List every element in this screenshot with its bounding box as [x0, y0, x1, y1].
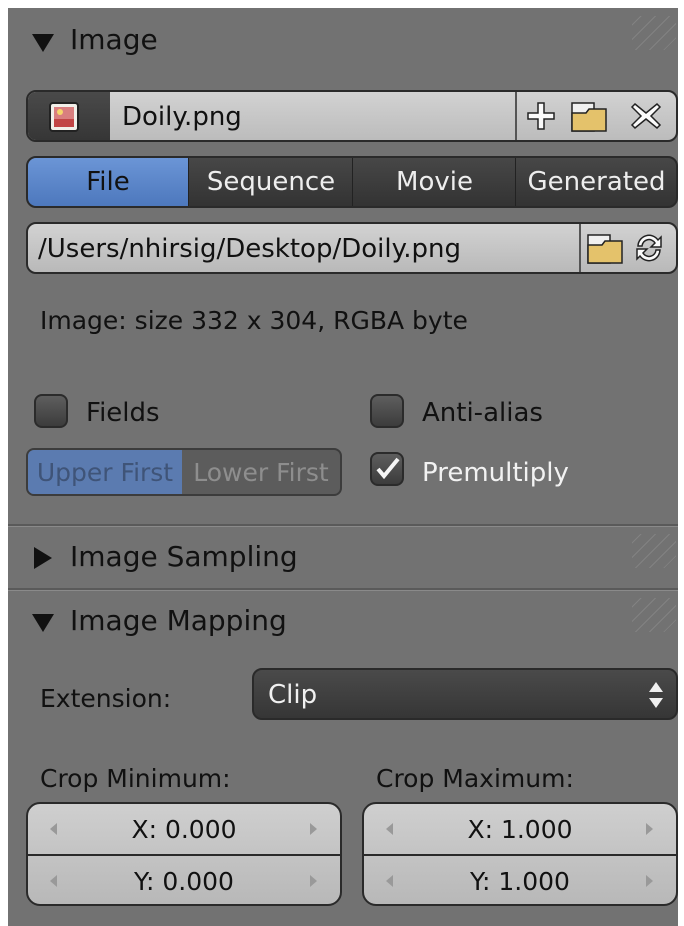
folder-icon[interactable] — [570, 99, 608, 133]
panel-title: Image Mapping — [70, 604, 287, 637]
premultiply-checkbox[interactable]: Premultiply — [370, 452, 630, 492]
spinner-value: X: 0.000 — [131, 815, 237, 844]
extension-dropdown[interactable]: Clip — [252, 668, 678, 720]
upper-first-button[interactable]: Upper First — [28, 450, 182, 494]
tab-sequence[interactable]: Sequence — [188, 158, 353, 206]
tab-movie[interactable]: Movie — [352, 158, 516, 206]
panel-title: Image — [70, 23, 158, 56]
extension-label: Extension: — [40, 684, 172, 713]
checkbox-box[interactable] — [370, 452, 404, 486]
source-tabs: File Sequence Movie Generated — [26, 156, 678, 208]
increment-arrow-icon[interactable] — [310, 875, 317, 887]
image-mapping-header[interactable]: Image Mapping — [8, 592, 678, 652]
checkbox-label: Premultiply — [422, 458, 569, 488]
crop-minimum-label: Crop Minimum: — [40, 764, 231, 793]
tab-generated[interactable]: Generated — [515, 158, 676, 206]
tab-label: File — [86, 167, 130, 197]
tab-label: Sequence — [206, 167, 336, 197]
tab-label: Movie — [396, 167, 473, 197]
crop-minimum-group: X: 0.000 Y: 0.000 — [26, 802, 342, 906]
image-panel-header[interactable]: Image — [8, 8, 678, 74]
image-name-text[interactable]: Doily.png — [122, 102, 242, 132]
image-datablock: Doily.png — [26, 90, 678, 142]
drag-grip-icon[interactable] — [632, 534, 676, 568]
checkmark-icon — [376, 457, 400, 480]
filepath-text[interactable]: /Users/nhirsig/Desktop/Doily.png — [38, 234, 461, 264]
option-label: Upper First — [36, 457, 174, 487]
filepath-row: /Users/nhirsig/Desktop/Doily.png — [26, 222, 678, 274]
folder-icon[interactable] — [586, 231, 624, 265]
decrement-arrow-icon[interactable] — [50, 823, 57, 835]
crop-max-y-field[interactable]: Y: 1.000 — [364, 856, 676, 904]
checkbox-box[interactable] — [34, 394, 68, 428]
properties-panel: Image Doily.png File Sequence Movie Gene… — [8, 8, 678, 926]
decrement-arrow-icon[interactable] — [386, 875, 393, 887]
collapse-triangle-icon[interactable] — [32, 614, 54, 632]
divider — [579, 224, 581, 272]
plus-icon[interactable] — [526, 101, 556, 131]
spinner-value: Y: 1.000 — [470, 867, 570, 896]
image-info-text: Image: size 332 x 304, RGBA byte — [40, 306, 468, 335]
spinner-value: X: 1.000 — [467, 815, 573, 844]
increment-arrow-icon[interactable] — [310, 823, 317, 835]
fields-checkbox[interactable]: Fields — [34, 394, 254, 434]
increment-arrow-icon[interactable] — [646, 823, 653, 835]
panel-separator — [8, 526, 678, 527]
reload-icon[interactable] — [632, 231, 666, 265]
image-browse-button[interactable] — [28, 92, 110, 140]
dropdown-value: Clip — [268, 680, 318, 710]
drag-grip-icon[interactable] — [632, 598, 676, 632]
crop-maximum-group: X: 1.000 Y: 1.000 — [362, 802, 678, 906]
increment-arrow-icon[interactable] — [646, 875, 653, 887]
checkbox-label: Anti-alias — [422, 398, 543, 428]
collapse-triangle-icon[interactable] — [32, 34, 54, 52]
image-icon — [49, 102, 79, 132]
updown-arrows-icon — [649, 682, 663, 708]
checkbox-label: Fields — [86, 398, 160, 428]
panel-separator — [8, 590, 678, 591]
lower-first-button[interactable]: Lower First — [182, 450, 340, 494]
tab-file[interactable]: File — [28, 158, 188, 206]
panel-title: Image Sampling — [70, 540, 298, 573]
expand-triangle-icon[interactable] — [34, 547, 52, 569]
drag-grip-icon[interactable] — [632, 16, 676, 50]
crop-min-x-field[interactable]: X: 0.000 — [28, 804, 340, 856]
divider — [515, 92, 517, 140]
decrement-arrow-icon[interactable] — [386, 823, 393, 835]
option-label: Lower First — [193, 457, 329, 487]
crop-maximum-label: Crop Maximum: — [376, 764, 574, 793]
anti-alias-checkbox[interactable]: Anti-alias — [370, 394, 610, 434]
crop-min-y-field[interactable]: Y: 0.000 — [28, 856, 340, 904]
spinner-value: Y: 0.000 — [134, 867, 234, 896]
checkbox-box[interactable] — [370, 394, 404, 428]
close-icon[interactable] — [630, 101, 662, 131]
tab-label: Generated — [527, 167, 666, 197]
image-sampling-header[interactable]: Image Sampling — [8, 528, 678, 588]
crop-max-x-field[interactable]: X: 1.000 — [364, 804, 676, 856]
field-order-toggle: Upper First Lower First — [26, 448, 342, 496]
decrement-arrow-icon[interactable] — [50, 875, 57, 887]
